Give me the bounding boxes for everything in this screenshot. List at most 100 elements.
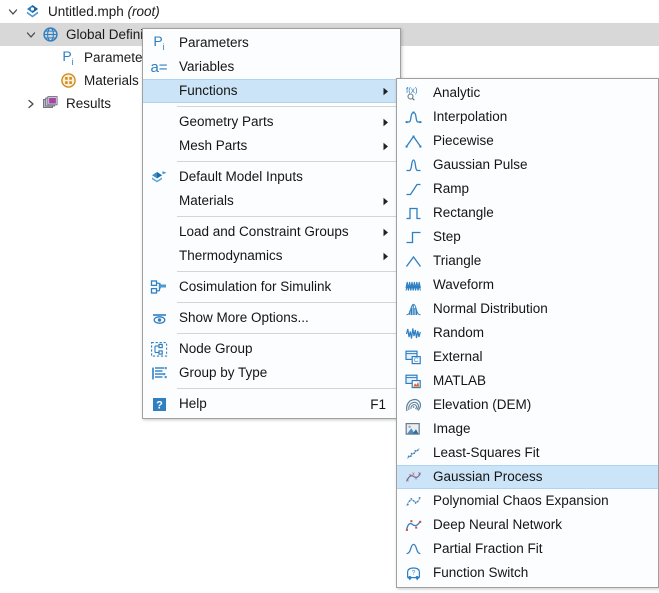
global-definitions-context-menu[interactable]: Pi Parameters a= Variables Functions Geo… [142,28,401,419]
default-model-inputs-icon [147,167,171,187]
menu-item-label: Polynomial Chaos Expansion [433,493,609,509]
menu-item-materials[interactable]: Materials [143,189,400,213]
tree-row-label: Untitled.mph (root) [48,3,160,19]
menu-item-node-group[interactable]: Node Group [143,337,400,361]
submenu-arrow-icon [380,142,392,151]
menu-item-label: Functions [179,83,238,99]
menu-item-label: Interpolation [433,109,508,125]
menu-item-ramp[interactable]: Ramp [397,177,658,201]
no-icon [147,136,171,156]
external-icon: C [401,347,425,367]
triangle-icon [401,251,425,271]
help-question-icon: ? [147,394,171,414]
menu-item-analytic[interactable]: f(x) Analytic [397,81,658,105]
menu-item-label: Gaussian Pulse [433,157,528,173]
menu-item-waveform[interactable]: Waveform [397,273,658,297]
menu-separator [177,216,396,217]
menu-item-group-by-type[interactable]: Group by Type [143,361,400,385]
menu-item-label: Step [433,229,461,245]
menu-item-least-squares-fit[interactable]: Least-Squares Fit [397,441,658,465]
menu-item-label: Triangle [433,253,482,269]
menu-item-label: Waveform [433,277,495,293]
menu-item-external[interactable]: C External [397,345,658,369]
menu-item-label: Group by Type [179,365,268,381]
a-equals-text-icon: a= [150,58,168,76]
menu-item-label: Help [179,396,207,412]
twisty-expanded-icon[interactable] [4,0,22,23]
menu-item-label: Image [433,421,471,437]
menu-item-triangle[interactable]: Triangle [397,249,658,273]
menu-item-partial-fraction-fit[interactable]: Partial Fraction Fit [397,537,658,561]
menu-item-step[interactable]: Step [397,225,658,249]
results-icon [40,94,60,114]
piecewise-icon [401,131,425,151]
no-icon [147,112,171,132]
comsol-model-icon [22,2,42,22]
menu-item-rectangle[interactable]: Rectangle [397,201,658,225]
menu-item-mesh-parts[interactable]: Mesh Parts [143,134,400,158]
node-group-icon [147,339,171,359]
menu-item-polynomial-chaos-expansion[interactable]: Polynomial Chaos Expansion [397,489,658,513]
menu-separator [177,106,396,107]
menu-item-label: Geometry Parts [179,114,274,130]
no-icon [147,191,171,211]
menu-item-gaussian-pulse[interactable]: Gaussian Pulse [397,153,658,177]
menu-item-image[interactable]: Image [397,417,658,441]
pi-text-icon: Pi [153,33,165,52]
menu-item-shortcut: F1 [370,396,386,412]
menu-item-load-and-constraint-groups[interactable]: Load and Constraint Groups [143,220,400,244]
menu-item-interpolation[interactable]: Interpolation [397,105,658,129]
menu-item-label: Deep Neural Network [433,517,563,533]
menu-item-help[interactable]: ? Help F1 [143,392,400,416]
menu-item-elevation-dem[interactable]: Elevation (DEM) [397,393,658,417]
step-icon [401,227,425,247]
submenu-arrow-icon [380,118,392,127]
functions-submenu[interactable]: f(x) Analytic Interpolation Piecewise Ga… [396,78,659,588]
menu-item-geometry-parts[interactable]: Geometry Parts [143,110,400,134]
menu-item-functions[interactable]: Functions [143,79,400,103]
submenu-arrow-icon [380,228,392,237]
twisty-collapsed-icon[interactable] [22,92,40,115]
svg-text:x: x [417,471,420,477]
menu-item-random[interactable]: Random [397,321,658,345]
normal-distribution-icon [401,299,425,319]
menu-item-matlab[interactable]: MATLAB [397,369,658,393]
menu-item-label: External [433,349,483,365]
menu-item-show-more-options[interactable]: Show More Options... [143,306,400,330]
submenu-arrow-icon [380,87,392,96]
show-more-options-eye-icon [147,308,171,328]
twisty-none [40,69,58,92]
menu-item-label: Parameters [179,35,249,51]
rectangle-icon [401,203,425,223]
menu-item-deep-neural-network[interactable]: Deep Neural Network [397,513,658,537]
tree-row[interactable]: Untitled.mph (root) [0,0,659,23]
menu-item-normal-distribution[interactable]: Normal Distribution [397,297,658,321]
menu-item-piecewise[interactable]: Piecewise [397,129,658,153]
group-by-type-icon [147,363,171,383]
menu-separator [177,388,396,389]
menu-item-thermodynamics[interactable]: Thermodynamics [143,244,400,268]
menu-item-function-switch[interactable]: ? Function Switch [397,561,658,585]
deep-neural-network-icon [401,515,425,535]
menu-item-default-model-inputs[interactable]: Default Model Inputs [143,165,400,189]
image-icon [401,419,425,439]
menu-item-label: Default Model Inputs [179,169,303,185]
globe-icon [40,25,60,45]
menu-item-label: Normal Distribution [433,301,548,317]
menu-item-label: Least-Squares Fit [433,445,540,461]
materials-icon [58,71,78,91]
gaussian-pulse-icon [401,155,425,175]
random-icon [401,323,425,343]
menu-item-label: Cosimulation for Simulink [179,279,332,295]
twisty-expanded-icon[interactable] [22,23,40,46]
menu-item-parameters[interactable]: Pi Parameters [143,31,400,55]
menu-item-cosimulation-for-simulink[interactable]: Cosimulation for Simulink [143,275,400,299]
waveform-icon [401,275,425,295]
menu-item-gaussian-process[interactable]: x x x x x Gaussian Process [397,465,658,489]
submenu-arrow-icon [380,252,392,261]
menu-item-label: Rectangle [433,205,494,221]
menu-item-variables[interactable]: a= Variables [143,55,400,79]
partial-fraction-fit-icon [401,539,425,559]
menu-item-label: Ramp [433,181,470,197]
twisty-none [40,46,58,69]
